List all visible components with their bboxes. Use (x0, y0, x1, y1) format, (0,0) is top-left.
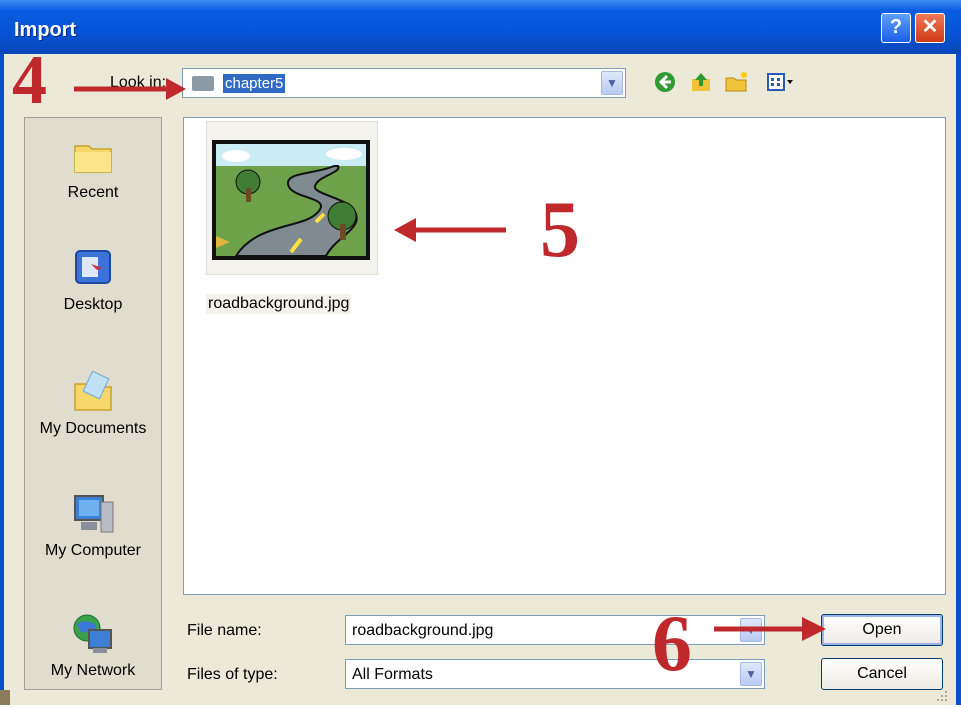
views-menu-icon[interactable] (766, 70, 796, 96)
open-button[interactable]: Open (821, 614, 943, 646)
close-button[interactable]: ✕ (915, 13, 945, 43)
place-my-computer[interactable]: My Computer (25, 492, 161, 560)
road-thumbnail-image (212, 140, 370, 260)
file-type-select[interactable]: All Formats ▼ (345, 659, 765, 689)
file-item[interactable] (206, 121, 378, 275)
place-my-documents[interactable]: My Documents (25, 370, 161, 438)
folder-icon (192, 76, 214, 91)
up-folder-icon[interactable] (688, 70, 714, 96)
step-5-arrow (394, 218, 506, 242)
step-6-arrow (714, 617, 826, 641)
chevron-down-icon[interactable]: ▼ (601, 71, 623, 95)
title-bar[interactable]: Import ? ✕ (0, 0, 961, 54)
file-type-field-label: Files of type: (187, 666, 278, 683)
step-4-annotation: 4 (12, 42, 47, 119)
step-5-annotation: 5 (540, 186, 580, 274)
dialog-title: Import (14, 19, 77, 41)
file-name-label: roadbackground.jpg (206, 294, 352, 314)
recent-folder-icon (71, 134, 115, 178)
look-in-dropdown[interactable]: chapter5 ▼ (182, 68, 626, 98)
file-type-value: All Formats (352, 666, 433, 683)
edge-fragment (0, 690, 10, 705)
place-label: Recent (67, 184, 119, 201)
my-documents-icon (71, 370, 115, 414)
place-label: Desktop (63, 296, 123, 313)
file-name-value: roadbackground.jpg (352, 622, 494, 639)
back-icon[interactable] (652, 70, 678, 96)
desktop-icon (71, 246, 115, 290)
file-name-field-label: File name: (187, 622, 262, 639)
step-6-annotation: 6 (652, 600, 692, 688)
places-bar: Recent Desktop My Documents My Computer … (24, 117, 162, 690)
step-4-arrow (74, 78, 186, 100)
help-button[interactable]: ? (881, 13, 911, 43)
resize-grip-icon[interactable] (935, 690, 949, 702)
file-name-input[interactable]: roadbackground.jpg ▼ (345, 615, 765, 645)
my-network-icon (71, 612, 115, 656)
new-folder-icon[interactable] (724, 70, 750, 96)
place-label: My Documents (39, 420, 147, 437)
look-in-value: chapter5 (223, 74, 286, 93)
cancel-button[interactable]: Cancel (821, 658, 943, 690)
place-recent[interactable]: Recent (25, 134, 161, 202)
my-computer-icon (71, 492, 115, 536)
place-label: My Network (50, 662, 136, 679)
place-label: My Computer (44, 542, 142, 559)
place-desktop[interactable]: Desktop (25, 246, 161, 314)
place-my-network[interactable]: My Network (25, 612, 161, 680)
chevron-down-icon[interactable]: ▼ (740, 662, 762, 686)
import-dialog: Import ? ✕ Look in: chapter5 ▼ Recent De… (0, 0, 961, 705)
